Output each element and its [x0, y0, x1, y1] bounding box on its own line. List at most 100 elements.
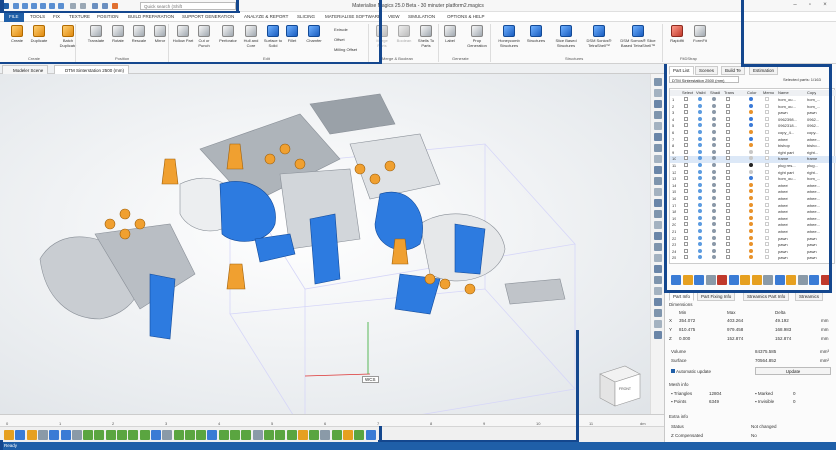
transparency-checkbox[interactable] — [726, 235, 730, 241]
tab-part-list[interactable]: Part List — [669, 66, 694, 75]
visible-icon[interactable] — [698, 116, 702, 122]
visible-icon[interactable] — [698, 110, 702, 115]
select-checkbox[interactable] — [684, 196, 688, 201]
memo-icon[interactable] — [765, 248, 769, 254]
table-row[interactable]: 10 frame frame — [670, 156, 836, 163]
unmark-icon[interactable] — [654, 276, 662, 284]
color-swatch[interactable] — [749, 235, 753, 241]
table-row[interactable]: 4 0962398... 0962... — [670, 116, 836, 123]
bottom-tool-29-icon[interactable] — [320, 430, 331, 440]
col-copy[interactable]: Copy — [807, 90, 816, 95]
memo-icon[interactable] — [765, 116, 769, 122]
perforator-button[interactable]: Perforator — [217, 25, 239, 44]
table-row[interactable]: 11 plug res... plug... — [670, 163, 836, 169]
tab-tools[interactable]: TOOLS — [30, 14, 45, 19]
bottom-tool-18-icon[interactable] — [196, 430, 207, 440]
iso-view-icon[interactable] — [654, 155, 662, 163]
structures-button[interactable]: Structures — [524, 25, 548, 44]
memo-icon[interactable] — [765, 222, 769, 227]
tab-build-te[interactable]: Build Te — [721, 66, 745, 75]
bottom-tool-16-icon[interactable] — [173, 430, 184, 440]
visible-icon[interactable] — [698, 130, 702, 135]
honeycomb-button[interactable]: Honeycomb Structures — [495, 25, 523, 48]
color-swatch[interactable] — [749, 149, 753, 155]
table-row[interactable]: 25 pawn pawn — [670, 255, 836, 261]
rapidfit-button[interactable]: Rapidfit — [667, 25, 687, 44]
bottom-tool-8-icon[interactable] — [83, 430, 94, 440]
front-view-icon[interactable] — [654, 133, 662, 141]
select-checkbox[interactable] — [684, 202, 688, 208]
side-view-icon[interactable] — [654, 144, 662, 152]
select-checkbox[interactable] — [684, 176, 688, 181]
shading-icon[interactable] — [712, 149, 716, 155]
table-row[interactable]: 2 hom_ou... hom_... — [670, 103, 836, 110]
part-action-4-icon[interactable] — [705, 275, 716, 285]
boolean-button[interactable]: Boolean — [393, 25, 415, 44]
3d-viewport[interactable]: WCS FRONT — [0, 74, 664, 414]
color-swatch[interactable] — [749, 136, 753, 142]
bottom-tool-15-icon[interactable] — [162, 430, 173, 440]
table-row[interactable]: 3 pawn pawn — [670, 110, 836, 116]
shading-icon[interactable] — [712, 103, 716, 109]
shading-icon[interactable] — [712, 97, 716, 102]
auto-update-checkbox[interactable]: Automatic update — [671, 369, 711, 374]
table-row[interactable]: 12 right part right... — [670, 169, 836, 176]
bottom-tool-5-icon[interactable] — [49, 430, 60, 440]
bottom-tool-11-icon[interactable] — [117, 430, 127, 440]
shading-icon[interactable] — [712, 163, 716, 168]
rotate-button[interactable]: Rotate — [108, 25, 128, 44]
part-action-5-icon[interactable] — [717, 275, 727, 285]
color-swatch[interactable] — [749, 215, 753, 221]
update-button[interactable]: Update — [755, 367, 831, 375]
select-checkbox[interactable] — [684, 215, 688, 221]
transparency-checkbox[interactable] — [726, 176, 730, 181]
slice-tetrashell-button[interactable]: DSM Somos® Slice Based TetraShell™ — [618, 25, 658, 48]
transparency-checkbox[interactable] — [726, 136, 730, 142]
home-view-icon[interactable] — [654, 78, 662, 86]
tab-fix[interactable]: FIX — [53, 14, 60, 19]
memo-icon[interactable] — [765, 103, 769, 109]
label-button[interactable]: Label — [440, 25, 460, 44]
visible-icon[interactable] — [698, 97, 702, 102]
memo-icon[interactable] — [765, 176, 769, 181]
bottom-tool-33-icon[interactable] — [365, 430, 376, 440]
bottom-tool-30-icon[interactable] — [331, 430, 342, 440]
visible-icon[interactable] — [698, 242, 702, 247]
tetrashell-button[interactable]: DSM Sonics® TetraShell™ — [582, 25, 616, 48]
shading-icon[interactable] — [712, 242, 716, 247]
color-swatch[interactable] — [749, 156, 753, 161]
color-swatch[interactable] — [749, 222, 753, 227]
visible-icon[interactable] — [698, 209, 702, 214]
tab-simulation[interactable]: SIMULATION — [408, 14, 435, 19]
visible-icon[interactable] — [698, 156, 702, 161]
color-swatch[interactable] — [749, 103, 753, 109]
tab-build-preparation[interactable]: BUILD PREPARATION — [128, 14, 174, 19]
tab-file[interactable]: FILE — [4, 12, 24, 22]
select-checkbox[interactable] — [684, 97, 688, 102]
visible-icon[interactable] — [698, 169, 702, 175]
part-action-11-icon[interactable] — [786, 275, 796, 285]
table-row[interactable]: 22 pawn pawn — [670, 235, 836, 242]
transparency-checkbox[interactable] — [726, 248, 730, 254]
color-swatch[interactable] — [749, 97, 753, 102]
visible-icon[interactable] — [698, 136, 702, 142]
bottom-tool-19-icon[interactable] — [207, 430, 218, 440]
visible-icon[interactable] — [698, 222, 702, 227]
select-checkbox[interactable] — [684, 209, 688, 214]
tab-modeler-scene[interactable]: Modeler Scene — [2, 65, 49, 74]
bottom-tool-17-icon[interactable] — [184, 430, 195, 440]
bottom-tool-23-icon[interactable] — [252, 430, 263, 440]
transparency-checkbox[interactable] — [726, 189, 730, 194]
color-swatch[interactable] — [749, 176, 753, 181]
color-swatch[interactable] — [749, 163, 753, 168]
visible-icon[interactable] — [698, 248, 702, 254]
color-swatch[interactable] — [749, 248, 753, 254]
select-checkbox[interactable] — [684, 182, 688, 188]
table-row[interactable]: 5 0962318... 0962... — [670, 123, 836, 129]
shading-icon[interactable] — [712, 235, 716, 241]
visible-icon[interactable] — [698, 196, 702, 201]
shading-icon[interactable] — [712, 136, 716, 142]
memo-icon[interactable] — [765, 255, 769, 260]
bottom-tool-31-icon[interactable] — [343, 430, 353, 440]
pan-icon[interactable] — [654, 111, 662, 119]
